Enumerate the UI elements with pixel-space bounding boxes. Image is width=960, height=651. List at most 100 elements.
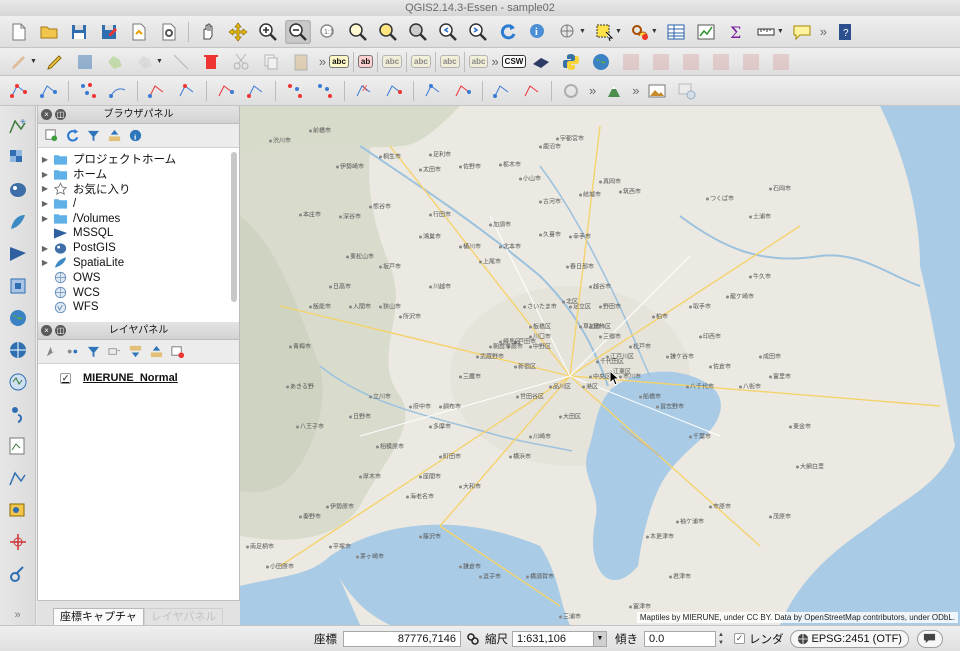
raster-grid-icon-1[interactable] bbox=[618, 50, 644, 74]
crs-button[interactable]: EPSG:2451 (OTF) bbox=[789, 629, 909, 648]
browser-item[interactable]: ▶ プロジェクトホーム bbox=[38, 152, 239, 167]
zoom-to-layer-icon[interactable] bbox=[405, 20, 431, 44]
open-project-icon[interactable] bbox=[36, 20, 62, 44]
digitize-tool-icon-16[interactable] bbox=[519, 79, 545, 103]
digitize-tool-icon-17[interactable] bbox=[558, 79, 584, 103]
add-virtual-layer-icon[interactable] bbox=[3, 495, 33, 525]
add-postgis-layer-icon[interactable] bbox=[3, 175, 33, 205]
raster-grid-icon-5[interactable] bbox=[738, 50, 764, 74]
scale-combo[interactable]: 1:631,106 ▼ bbox=[512, 630, 607, 647]
filter-legend-icon[interactable] bbox=[86, 344, 101, 359]
deselect-icon[interactable] bbox=[627, 20, 653, 44]
save-edits-icon[interactable] bbox=[72, 50, 98, 74]
browser-item[interactable]: WFS bbox=[38, 300, 239, 315]
new-shapefile-icon[interactable] bbox=[3, 431, 33, 461]
expand-arrow-icon[interactable]: ▶ bbox=[38, 244, 52, 253]
select-area-dropdown-icon[interactable]: ▼ bbox=[615, 28, 622, 35]
toggle-extents-icon[interactable] bbox=[465, 631, 481, 647]
add-wms-layer-icon[interactable] bbox=[3, 303, 33, 333]
globe-plugin-icon[interactable] bbox=[588, 50, 614, 74]
toggle-editing-icon[interactable] bbox=[42, 50, 68, 74]
layer-properties-icon[interactable] bbox=[674, 79, 700, 103]
rotation-spinner[interactable]: ▲ ▼ bbox=[718, 631, 728, 647]
new-project-icon[interactable] bbox=[6, 20, 32, 44]
render-checkbox[interactable]: ✓ bbox=[734, 633, 745, 644]
save-project-icon[interactable] bbox=[66, 20, 92, 44]
zoom-last-icon[interactable] bbox=[435, 20, 461, 44]
rotation-field[interactable]: 0.0 bbox=[644, 630, 716, 647]
zoom-out-icon[interactable] bbox=[285, 19, 311, 44]
statistics-icon[interactable] bbox=[693, 20, 719, 44]
python-console-icon[interactable] bbox=[558, 50, 584, 74]
zoom-native-icon[interactable]: 1:1 bbox=[315, 20, 341, 44]
float-icon[interactable]: ◫ bbox=[55, 109, 66, 120]
help-icon[interactable]: ? bbox=[832, 20, 858, 44]
delete-selected-icon[interactable] bbox=[198, 50, 224, 74]
csw-button[interactable]: CSW bbox=[501, 55, 527, 68]
new-print-composer-icon[interactable] bbox=[126, 20, 152, 44]
browser-scrollbar[interactable] bbox=[231, 152, 237, 302]
metasearch-icon[interactable] bbox=[528, 50, 554, 74]
digitize-tool-icon-6[interactable] bbox=[174, 79, 200, 103]
deselect-dropdown-icon[interactable]: ▼ bbox=[651, 28, 658, 35]
digitize-tool-icon-12[interactable] bbox=[381, 79, 407, 103]
select-dropdown-icon[interactable]: ▼ bbox=[579, 28, 586, 35]
tab-layer-panel[interactable]: レイヤパネル bbox=[143, 608, 224, 625]
select-icon[interactable] bbox=[555, 20, 581, 44]
measure-dropdown-icon[interactable]: ▼ bbox=[777, 28, 784, 35]
add-raster-layer-icon[interactable] bbox=[3, 143, 33, 173]
rotate-label-button[interactable]: abc bbox=[468, 55, 489, 68]
layer-diagram-button[interactable]: ab bbox=[357, 55, 374, 68]
filter-icon[interactable] bbox=[86, 128, 101, 143]
remove-layer-icon[interactable] bbox=[170, 344, 185, 359]
layer-labeling-button[interactable]: abc bbox=[329, 55, 349, 68]
expand-arrow-icon[interactable]: ▶ bbox=[38, 199, 52, 208]
zoom-full-icon[interactable] bbox=[345, 20, 371, 44]
toolbar-more-icon[interactable]: » bbox=[491, 54, 498, 69]
save-as-icon[interactable] bbox=[96, 20, 122, 44]
raster-grid-icon-3[interactable] bbox=[678, 50, 704, 74]
toolbar-more-icon[interactable]: » bbox=[319, 54, 326, 69]
zoom-in-icon[interactable] bbox=[255, 20, 281, 44]
add-wfs-layer-icon[interactable] bbox=[3, 367, 33, 397]
raster-grid-icon-6[interactable] bbox=[768, 50, 794, 74]
raster-grid-icon-2[interactable] bbox=[648, 50, 674, 74]
zoom-next-icon[interactable] bbox=[465, 20, 491, 44]
add-spatialite-layer-icon[interactable] bbox=[3, 207, 33, 237]
digitize-tool-icon-14[interactable] bbox=[450, 79, 476, 103]
add-geonode-layer-icon[interactable] bbox=[3, 559, 33, 589]
add-wcs-layer-icon[interactable] bbox=[3, 335, 33, 365]
browser-item[interactable]: ▶ / bbox=[38, 196, 239, 211]
expand-arrow-icon[interactable]: ▶ bbox=[38, 155, 52, 164]
digitize-tool-icon-13[interactable] bbox=[420, 79, 446, 103]
expand-arrow-icon[interactable]: ▶ bbox=[38, 214, 52, 223]
scale-field[interactable]: 1:631,106 bbox=[512, 630, 594, 647]
move-feature-icon[interactable] bbox=[132, 50, 158, 74]
show-hide-labels-button[interactable]: abc bbox=[411, 55, 431, 68]
digitize-tool-icon-7[interactable] bbox=[213, 79, 239, 103]
digitize-tool-icon-8[interactable] bbox=[243, 79, 269, 103]
coordinate-field[interactable]: 87776,7146 bbox=[343, 630, 461, 647]
identify-icon[interactable]: i bbox=[525, 20, 551, 44]
digitize-tool-icon-5[interactable] bbox=[144, 79, 170, 103]
expand-all-icon[interactable] bbox=[128, 344, 143, 359]
add-vector-layer-icon[interactable]: + bbox=[3, 111, 33, 141]
digitize-tool-icon-4[interactable] bbox=[105, 79, 131, 103]
pin-labels-button[interactable]: abc bbox=[382, 55, 403, 68]
browser-item[interactable]: ▶ お気に入り bbox=[38, 182, 239, 197]
select-by-area-icon[interactable] bbox=[591, 20, 617, 44]
georeferencer-icon[interactable] bbox=[601, 79, 627, 103]
messages-button[interactable] bbox=[916, 629, 943, 648]
info-icon[interactable]: i bbox=[128, 128, 143, 143]
browser-item[interactable]: MSSQL bbox=[38, 226, 239, 241]
measure-line-icon[interactable] bbox=[753, 20, 779, 44]
filter-by-expression-icon[interactable] bbox=[107, 344, 122, 359]
copy-features-icon[interactable] bbox=[258, 50, 284, 74]
expand-arrow-icon[interactable]: ▶ bbox=[38, 258, 52, 267]
move-label-button[interactable]: abc bbox=[439, 55, 460, 68]
collapse-all-icon[interactable] bbox=[149, 344, 164, 359]
add-feature-icon[interactable] bbox=[102, 50, 128, 74]
tab-coordinate-capture[interactable]: 座標キャプチャ bbox=[53, 608, 144, 625]
add-group-icon[interactable] bbox=[65, 344, 80, 359]
vertical-toolbar-more-icon[interactable]: » bbox=[14, 609, 20, 621]
